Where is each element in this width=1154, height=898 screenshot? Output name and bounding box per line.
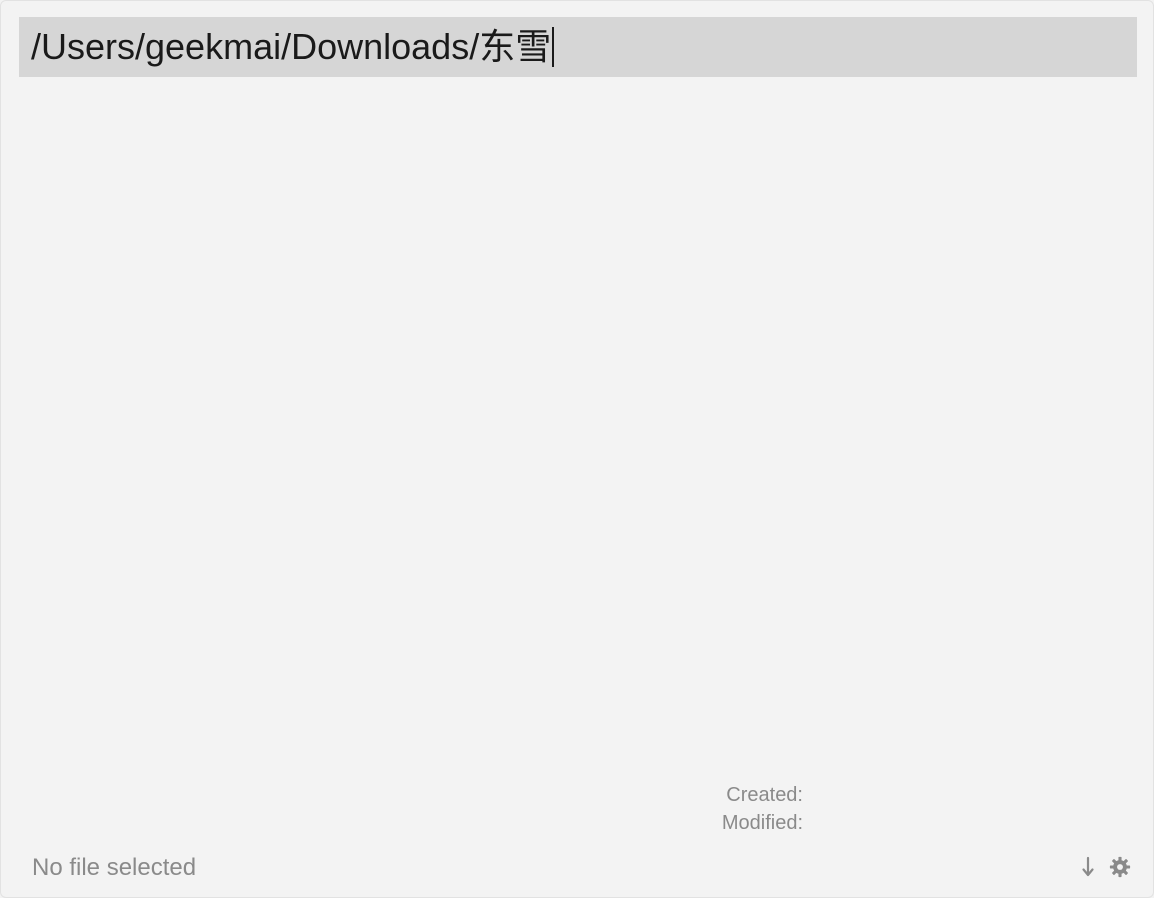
gear-icon[interactable] [1109, 853, 1131, 881]
search-bar[interactable]: /Users/geekmai/Downloads/东雪 [19, 17, 1137, 77]
results-area [19, 91, 1137, 771]
status-text: No file selected [32, 854, 197, 881]
created-label: Created: [726, 784, 803, 806]
search-input[interactable]: /Users/geekmai/Downloads/东雪 [31, 25, 551, 69]
sort-down-arrow-icon[interactable] [1077, 853, 1099, 881]
file-details: Created: Modified: [722, 781, 803, 837]
footer-actions [1077, 853, 1131, 881]
text-caret [552, 27, 555, 67]
launcher-window: /Users/geekmai/Downloads/东雪 Created: Mod… [0, 0, 1154, 898]
modified-label: Modified: [721, 812, 803, 834]
